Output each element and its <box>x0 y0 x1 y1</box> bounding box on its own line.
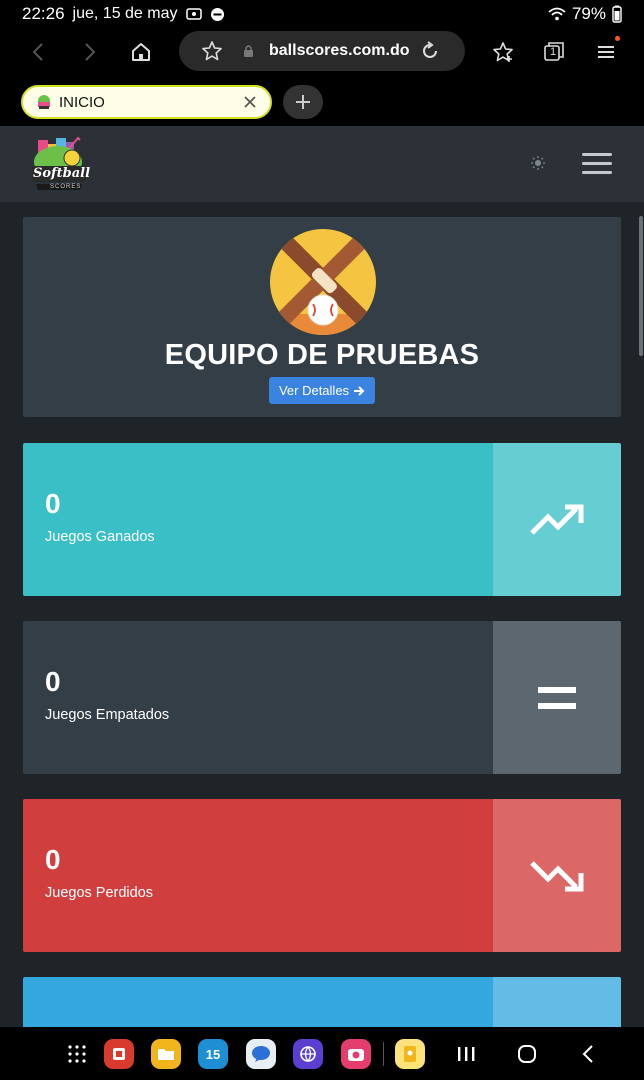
back-nav-icon[interactable] <box>573 1039 603 1069</box>
logo-subtext: SCORES <box>50 184 82 190</box>
browser-icon[interactable] <box>293 1039 323 1069</box>
next-stat-card <box>23 977 621 1027</box>
games-tied-value: 0 <box>45 666 61 697</box>
tab-inicio[interactable]: INICIO <box>21 85 272 119</box>
tab-count: 1 <box>550 46 557 58</box>
plus-icon <box>294 93 312 111</box>
games-tied-label: Juegos Empatados <box>45 707 170 723</box>
close-icon[interactable] <box>242 94 258 110</box>
theme-toggle-icon[interactable] <box>530 155 546 171</box>
reload-icon[interactable] <box>419 40 441 62</box>
tab-label: INICIO <box>59 93 105 111</box>
browser-toolbar: ballscores.com.do 1 <box>0 28 644 76</box>
next-stat-icon-panel <box>493 977 621 1027</box>
screen-record-icon <box>185 7 202 21</box>
trend-up-icon <box>529 503 585 537</box>
hamburger-menu-icon[interactable] <box>582 153 612 175</box>
team-logo-icon <box>269 228 377 336</box>
team-name: EQUIPO DE PRUEBAS <box>164 339 480 371</box>
forward-icon[interactable] <box>74 36 106 68</box>
lock-icon <box>243 44 254 58</box>
system-nav-bar: 15 <box>0 1027 644 1080</box>
home-icon[interactable] <box>125 36 157 68</box>
status-bar: 22:26 jue, 15 de may 79% <box>0 0 644 28</box>
calendar-icon[interactable]: 15 <box>198 1039 228 1069</box>
tabs-icon[interactable]: 1 <box>538 36 570 68</box>
games-lost-value: 0 <box>45 844 61 875</box>
games-won-icon-panel <box>493 443 621 596</box>
games-lost-panel: 0 Juegos Perdidos <box>23 799 493 952</box>
app-drawer-icon[interactable] <box>62 1039 92 1069</box>
menu-icon[interactable] <box>590 36 622 68</box>
back-icon[interactable] <box>22 36 54 68</box>
messages-icon[interactable] <box>246 1039 276 1069</box>
recents-icon[interactable] <box>451 1039 481 1069</box>
games-tied-panel: 0 Juegos Empatados <box>23 621 493 774</box>
battery-level: 79% <box>571 4 606 23</box>
battery-icon <box>612 5 622 23</box>
status-time: 22:26 <box>22 4 65 23</box>
folder-icon[interactable] <box>151 1039 181 1069</box>
next-stat-panel <box>23 977 493 1027</box>
bookmark-star-icon[interactable] <box>201 40 223 62</box>
url-text[interactable]: ballscores.com.do <box>269 42 410 60</box>
games-tied-icon-panel <box>493 621 621 774</box>
softball-scores-logo[interactable]: Softball SCORES <box>28 134 90 196</box>
games-won-value: 0 <box>45 488 61 519</box>
camera-icon[interactable] <box>341 1039 371 1069</box>
games-won-label: Juegos Ganados <box>45 529 155 545</box>
games-lost-icon-panel <box>493 799 621 952</box>
tab-strip: INICIO <box>0 76 644 126</box>
team-card: EQUIPO DE PRUEBAS Ver Detalles <box>23 217 621 417</box>
home-nav-icon[interactable] <box>512 1039 542 1069</box>
view-details-button[interactable]: Ver Detalles <box>269 377 375 404</box>
logo-text: Softball <box>33 166 91 181</box>
games-won-card: 0 Juegos Ganados <box>23 443 621 596</box>
calendar-day: 15 <box>205 1046 221 1062</box>
new-tab-button[interactable] <box>283 85 323 119</box>
games-lost-label: Juegos Perdidos <box>45 885 154 901</box>
app-icon-red[interactable] <box>104 1039 134 1069</box>
dashboard-content: EQUIPO DE PRUEBAS Ver Detalles 0 Juegos … <box>0 202 644 1027</box>
site-header: Softball SCORES <box>0 126 644 202</box>
menu-notification-dot <box>615 36 620 41</box>
status-date: jue, 15 de may <box>72 5 178 22</box>
favorites-icon[interactable] <box>487 36 519 68</box>
trend-down-icon <box>529 859 585 893</box>
dnd-icon <box>210 7 225 22</box>
wifi-icon <box>548 7 566 21</box>
site-favicon-icon <box>35 93 53 111</box>
view-details-label: Ver Detalles <box>278 383 350 398</box>
dock-divider <box>383 1042 384 1066</box>
url-bar[interactable]: ballscores.com.do <box>179 31 465 71</box>
games-won-panel: 0 Juegos Ganados <box>23 443 493 596</box>
games-lost-card: 0 Juegos Perdidos <box>23 799 621 952</box>
games-tied-card: 0 Juegos Empatados <box>23 621 621 774</box>
notes-icon[interactable] <box>395 1039 425 1069</box>
equals-icon <box>537 685 577 711</box>
arrow-right-icon <box>353 385 365 397</box>
scrollbar-thumb[interactable] <box>639 216 643 356</box>
